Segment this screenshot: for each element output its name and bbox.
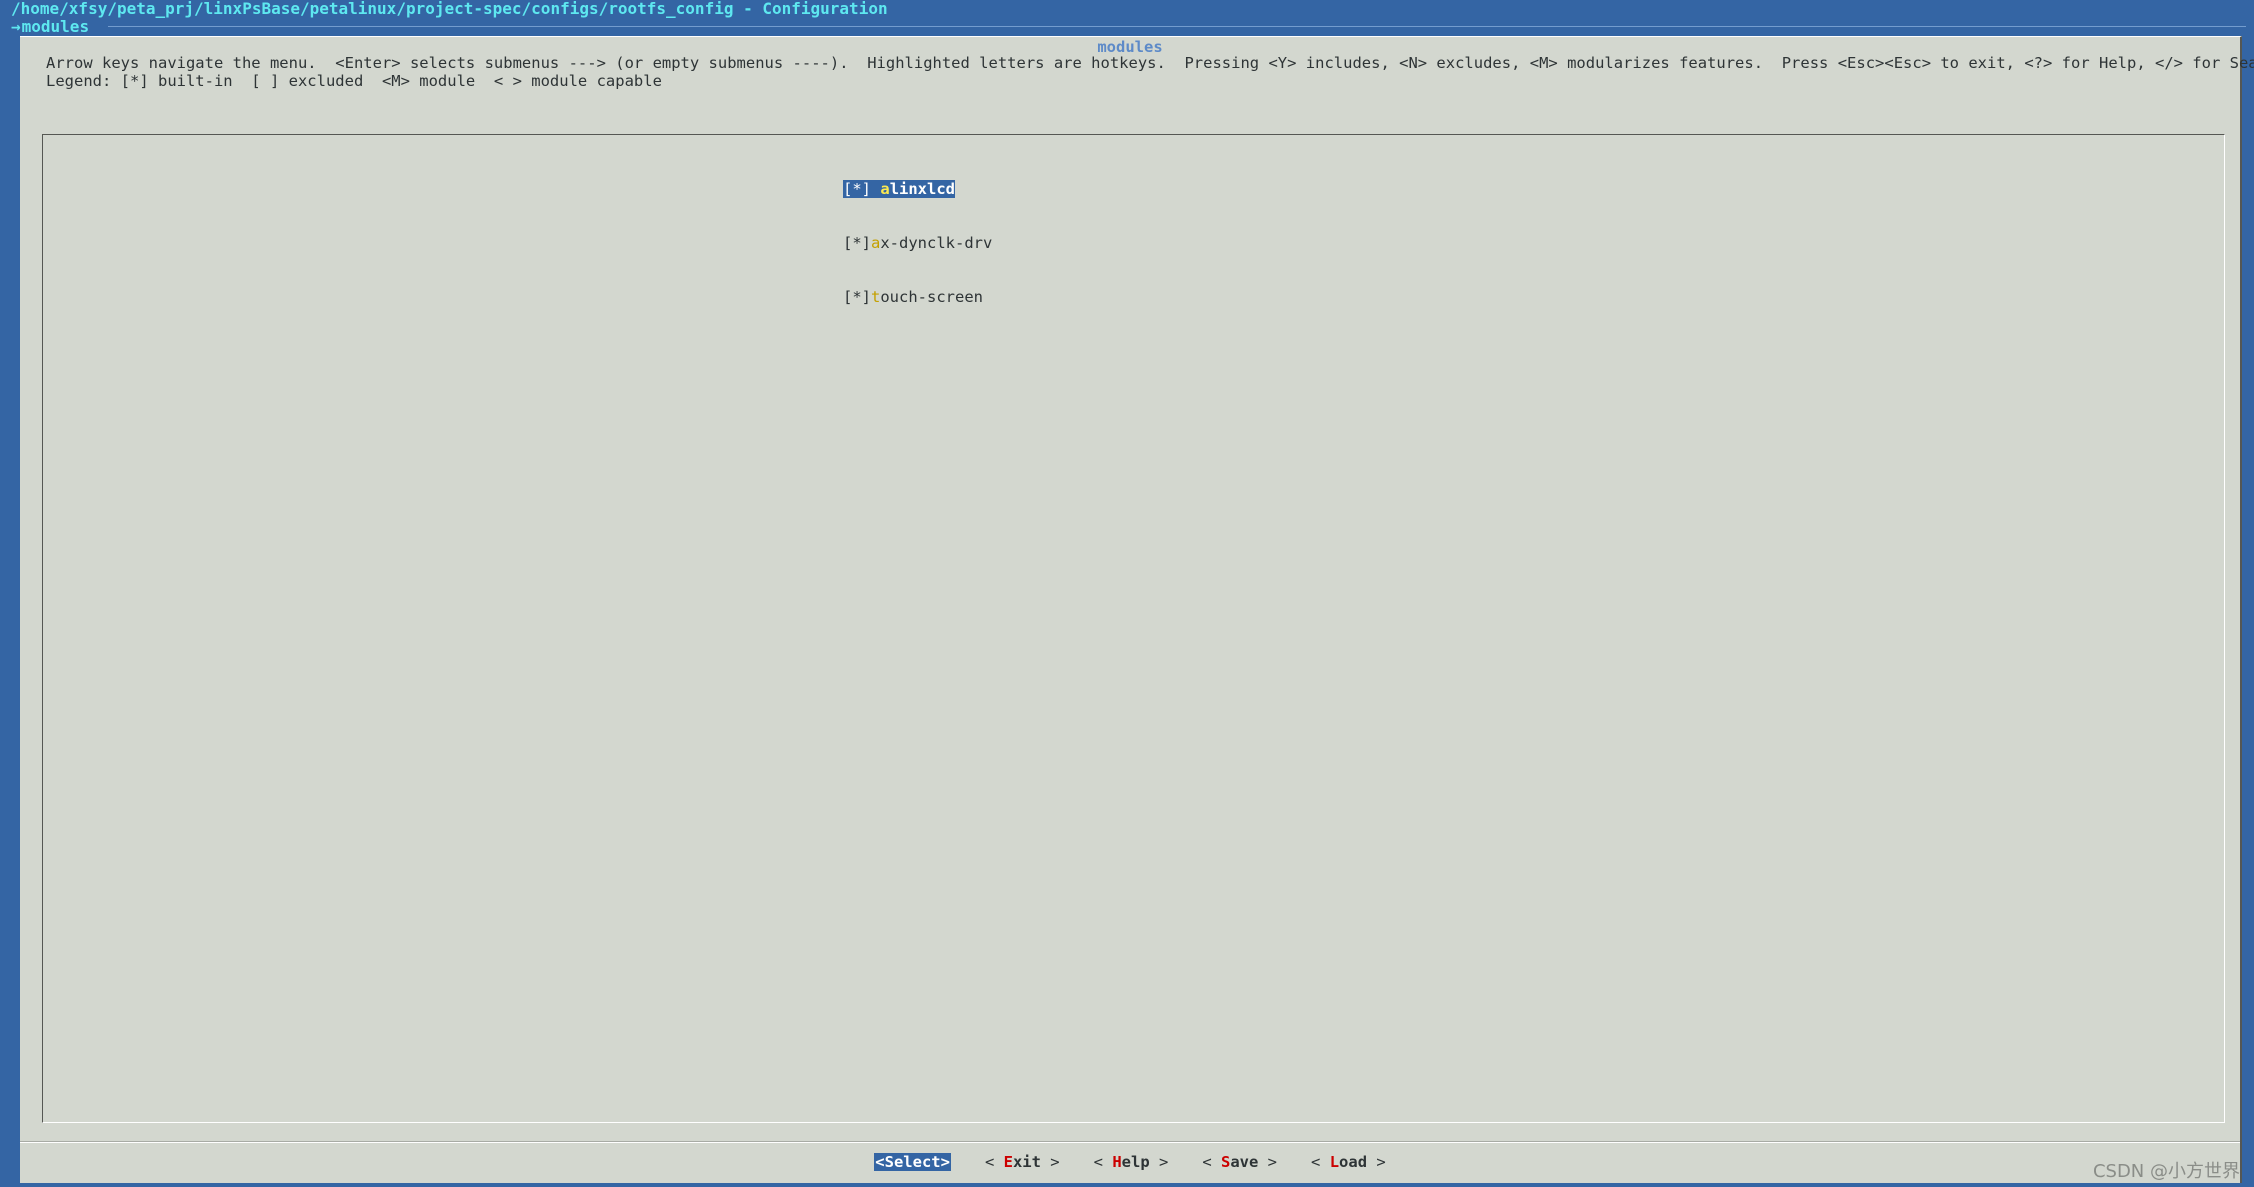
exit-label: xit bbox=[1012, 1153, 1041, 1171]
breadcrumb-divider bbox=[108, 26, 2246, 27]
load-button[interactable]: < Load > bbox=[1311, 1153, 1386, 1171]
breadcrumb-label: modules bbox=[21, 17, 90, 36]
menu-item-alinxlcd[interactable]: [*] alinxlcd bbox=[843, 180, 992, 198]
help-line-1: Arrow keys navigate the menu. <Enter> se… bbox=[46, 54, 2254, 72]
help-button[interactable]: < Help > bbox=[1094, 1153, 1169, 1171]
save-button[interactable]: < Save > bbox=[1202, 1153, 1277, 1171]
load-hotkey: L bbox=[1329, 1153, 1340, 1171]
window-title: /home/xfsy/peta_prj/linxPsBase/petalinux… bbox=[11, 0, 888, 18]
save-hotkey: S bbox=[1221, 1153, 1231, 1171]
load-label: oad bbox=[1339, 1153, 1368, 1171]
menu-item-label: x-dynclk-drv bbox=[880, 234, 993, 252]
help-line-2: Legend: [*] built-in [ ] excluded <M> mo… bbox=[46, 72, 662, 90]
menu-item-touch-screen[interactable]: [*] t ouch-screen bbox=[843, 288, 992, 306]
menu-item-label: linxlcd bbox=[889, 180, 956, 198]
exit-hotkey: E bbox=[1003, 1153, 1013, 1171]
menu-list: [*] alinxlcd [*] a x-dynclk-drv [*] t ouch… bbox=[843, 144, 992, 342]
help-text: Arrow keys navigate the menu. <Enter> se… bbox=[46, 54, 2254, 90]
menu-item-hotkey: t bbox=[871, 288, 881, 306]
menu-item-state[interactable]: [*] bbox=[843, 288, 871, 306]
menuconfig-dialog: modules Arrow keys navigate the menu. <E… bbox=[20, 36, 2254, 1183]
button-bar: <Select> < Exit > < Help > < Save > < Lo… bbox=[20, 1153, 2240, 1171]
menu-item-label: ouch-screen bbox=[880, 288, 983, 306]
button-separator bbox=[20, 1142, 2240, 1143]
menu-item-ax-dynclk-drv[interactable]: [*] a x-dynclk-drv bbox=[843, 234, 992, 252]
help-hotkey: H bbox=[1112, 1153, 1122, 1171]
menu-item-state[interactable]: [*] bbox=[843, 234, 871, 252]
help-label: elp bbox=[1121, 1153, 1150, 1171]
breadcrumb: → modules bbox=[11, 18, 89, 36]
save-label: ave bbox=[1230, 1153, 1259, 1171]
menu-item-hotkey: a bbox=[871, 234, 881, 252]
menu-box: [*] alinxlcd [*] a x-dynclk-drv [*] t ouch… bbox=[42, 134, 2225, 1123]
watermark: CSDN @小方世界 bbox=[2092, 1161, 2240, 1182]
breadcrumb-arrow-icon: → bbox=[11, 17, 21, 36]
select-button[interactable]: <Select> bbox=[874, 1153, 951, 1171]
menu-item-hotkey: a bbox=[880, 180, 890, 198]
menu-item-state[interactable]: [*] bbox=[843, 180, 871, 198]
exit-button[interactable]: < Exit > bbox=[985, 1153, 1060, 1171]
